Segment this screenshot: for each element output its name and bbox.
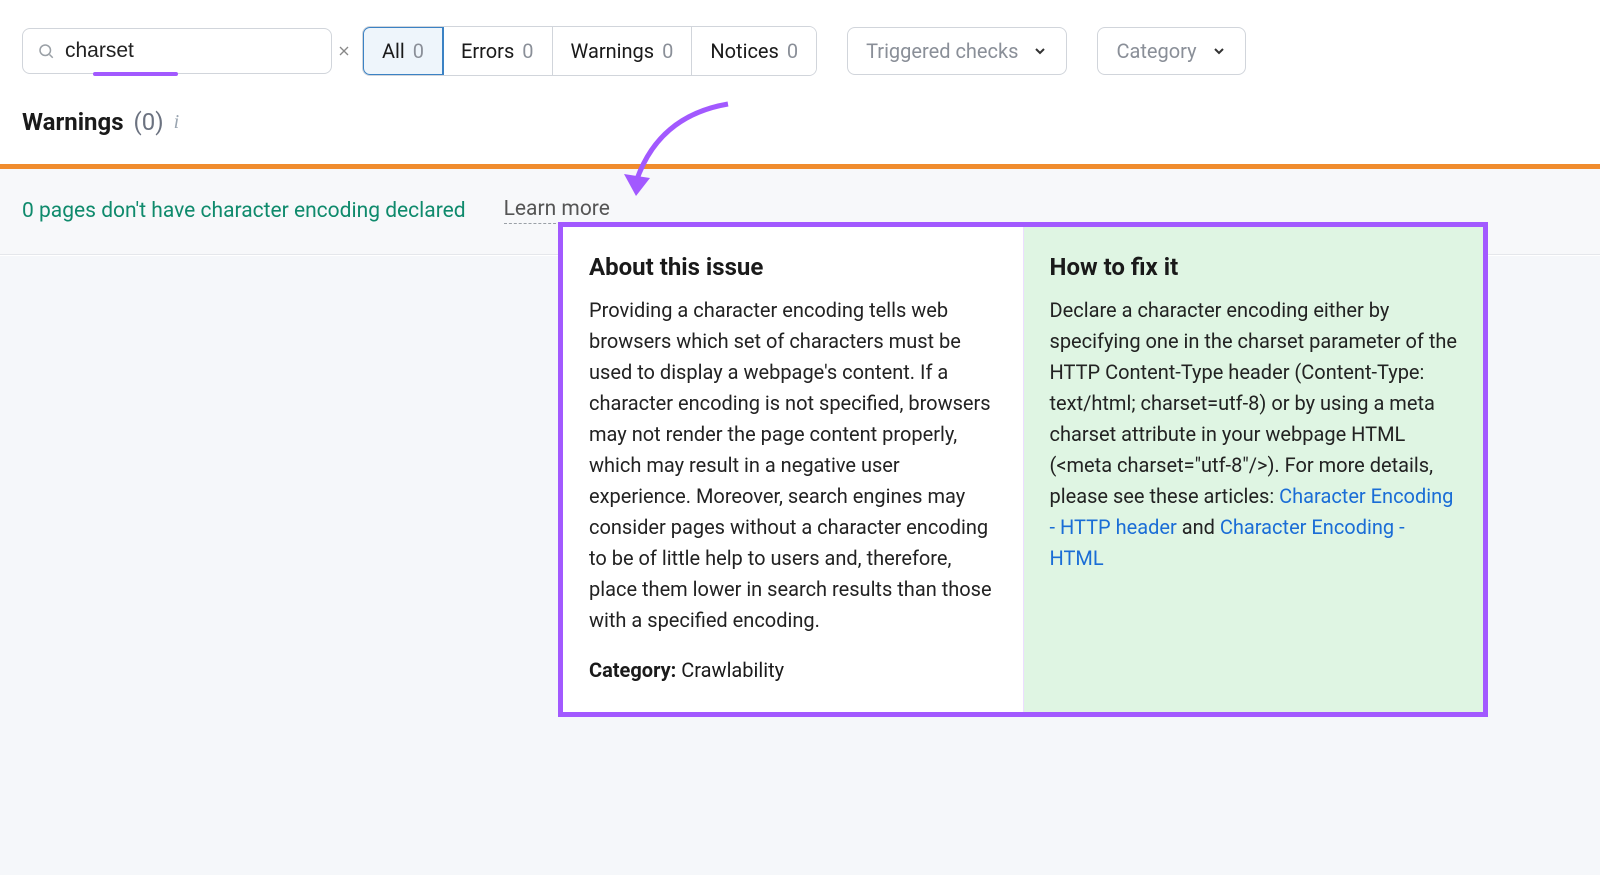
learn-more-link[interactable]: Learn more bbox=[504, 197, 610, 224]
tab-warnings[interactable]: Warnings 0 bbox=[553, 27, 693, 75]
tab-notices[interactable]: Notices 0 bbox=[692, 27, 816, 75]
category-line: Category: Crawlability bbox=[589, 658, 997, 682]
tab-notices-label: Notices bbox=[710, 39, 778, 63]
fix-body-text: Declare a character encoding either by s… bbox=[1050, 298, 1457, 508]
fix-and: and bbox=[1177, 515, 1220, 539]
tab-errors[interactable]: Errors 0 bbox=[443, 27, 552, 75]
fix-panel: How to fix it Declare a character encodi… bbox=[1024, 227, 1484, 712]
triggered-checks-label: Triggered checks bbox=[866, 39, 1018, 63]
toolbar: All 0 Errors 0 Warnings 0 Notices 0 Trig… bbox=[0, 0, 1600, 94]
category-label: Category bbox=[1116, 39, 1196, 63]
search-icon bbox=[37, 42, 55, 60]
clear-icon[interactable] bbox=[336, 43, 352, 59]
annotation-underline bbox=[93, 72, 178, 76]
about-body: Providing a character encoding tells web… bbox=[589, 295, 997, 636]
category-value: Crawlability bbox=[681, 658, 784, 682]
filter-tabs: All 0 Errors 0 Warnings 0 Notices 0 bbox=[362, 26, 817, 76]
about-heading: About this issue bbox=[589, 253, 997, 281]
fix-body: Declare a character encoding either by s… bbox=[1050, 295, 1458, 574]
fix-heading: How to fix it bbox=[1050, 253, 1458, 281]
tab-notices-count: 0 bbox=[787, 39, 798, 63]
chevron-down-icon bbox=[1032, 43, 1048, 59]
search-input[interactable] bbox=[65, 39, 336, 63]
search-input-wrap[interactable] bbox=[22, 28, 332, 74]
tab-all-count: 0 bbox=[413, 39, 424, 63]
triggered-checks-dropdown[interactable]: Triggered checks bbox=[847, 27, 1067, 75]
tab-all[interactable]: All 0 bbox=[362, 26, 444, 76]
category-label-text: Category: bbox=[589, 658, 676, 682]
tab-all-label: All bbox=[382, 39, 405, 63]
issue-details-popover: About this issue Providing a character e… bbox=[558, 222, 1488, 717]
chevron-down-icon bbox=[1211, 43, 1227, 59]
tab-errors-label: Errors bbox=[461, 39, 514, 63]
about-panel: About this issue Providing a character e… bbox=[563, 227, 1024, 712]
tab-warnings-count: 0 bbox=[662, 39, 673, 63]
section-title-text: Warnings bbox=[22, 108, 124, 136]
section-title-count: (0) bbox=[134, 108, 164, 136]
info-icon[interactable]: i bbox=[174, 111, 180, 134]
tab-warnings-label: Warnings bbox=[571, 39, 655, 63]
category-dropdown[interactable]: Category bbox=[1097, 27, 1245, 75]
tab-errors-count: 0 bbox=[522, 39, 533, 63]
issue-title-link[interactable]: 0 pages don't have character encoding de… bbox=[22, 199, 466, 223]
section-heading: Warnings (0) i bbox=[0, 94, 1600, 164]
